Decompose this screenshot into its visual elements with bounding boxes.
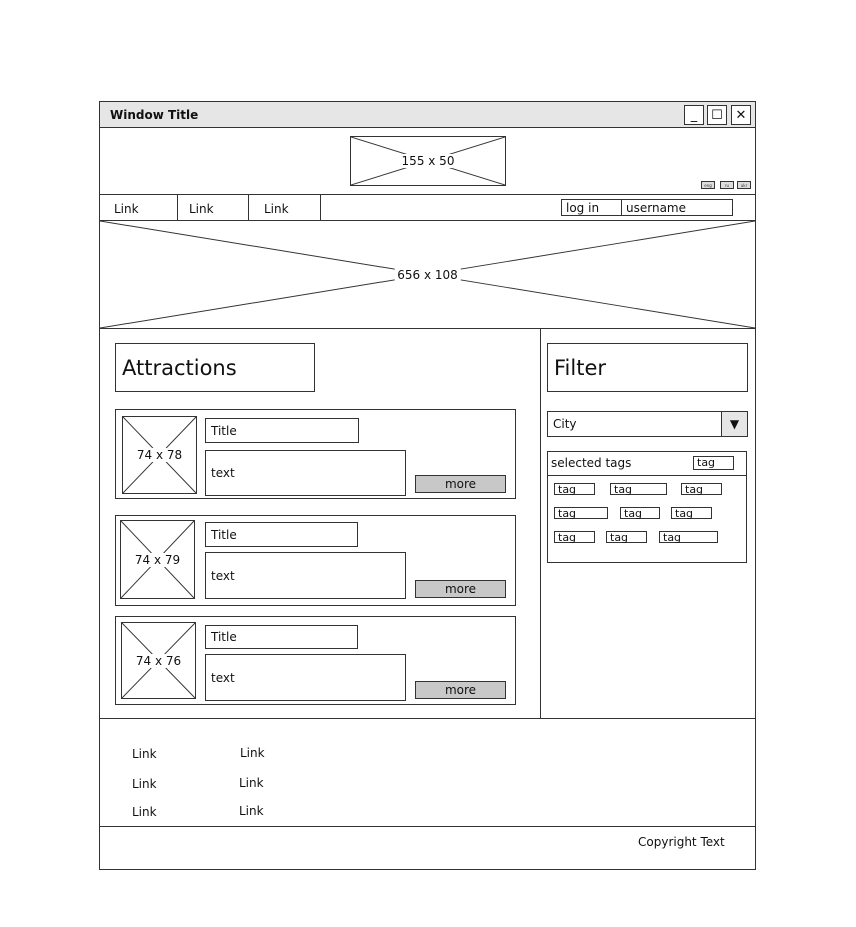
attraction-image-label: 74 x 76 xyxy=(132,653,185,668)
maximize-icon: ☐ xyxy=(711,107,723,123)
city-select[interactable]: City xyxy=(547,411,748,437)
tag-chip[interactable]: tag xyxy=(610,483,667,495)
copyright-text: Copyright Text xyxy=(638,835,725,849)
tags-panel-divider xyxy=(547,475,747,476)
attraction-title[interactable]: Title xyxy=(205,625,358,649)
more-button[interactable]: more xyxy=(415,580,506,598)
username-field[interactable]: username xyxy=(621,199,733,216)
city-select-value: City xyxy=(553,417,577,431)
footer-link[interactable]: Link xyxy=(240,746,265,760)
language-button-ru[interactable]: ru xyxy=(720,181,734,189)
maximize-button[interactable]: ☐ xyxy=(707,105,727,125)
footer-link[interactable]: Link xyxy=(132,747,157,761)
attraction-text: text xyxy=(205,450,406,496)
attraction-image: 74 x 79 xyxy=(120,520,195,599)
nav-link-3[interactable]: Link xyxy=(264,202,289,216)
tag-chip[interactable]: tag xyxy=(659,531,718,543)
close-button[interactable]: ✕ xyxy=(731,105,751,125)
logo-placeholder: 155 x 50 xyxy=(350,136,506,186)
footer-link[interactable]: Link xyxy=(132,805,157,819)
attraction-image-label: 74 x 79 xyxy=(131,552,184,567)
tag-chip[interactable]: tag xyxy=(554,507,608,519)
footer-top-border xyxy=(99,718,756,719)
attractions-heading: Attractions xyxy=(115,343,315,392)
tag-chip[interactable]: tag xyxy=(554,531,595,543)
tag-chip[interactable]: tag xyxy=(606,531,647,543)
logo-label: 155 x 50 xyxy=(398,154,458,168)
minimize-icon: _ xyxy=(690,107,698,123)
banner-placeholder: 656 x 108 xyxy=(99,220,756,329)
nav-link-2[interactable]: Link xyxy=(189,202,214,216)
attraction-image: 74 x 76 xyxy=(121,622,196,699)
attraction-text: text xyxy=(205,654,406,701)
footer-link[interactable]: Link xyxy=(239,776,264,790)
minimize-button[interactable]: _ xyxy=(684,105,704,125)
more-button[interactable]: more xyxy=(415,681,506,699)
filter-heading: Filter xyxy=(547,343,748,392)
selected-tag[interactable]: tag xyxy=(693,456,734,470)
sidebar-divider xyxy=(540,329,541,718)
tag-chip[interactable]: tag xyxy=(554,483,595,495)
nav-divider xyxy=(248,194,249,220)
tag-chip[interactable]: tag xyxy=(620,507,660,519)
attraction-title[interactable]: Title xyxy=(205,522,358,547)
attraction-image-label: 74 x 78 xyxy=(133,448,186,462)
tag-chip[interactable]: tag xyxy=(671,507,712,519)
nav-divider xyxy=(177,194,178,220)
chevron-down-icon[interactable]: ▼ xyxy=(721,411,748,437)
close-icon: ✕ xyxy=(735,107,747,123)
footer-link[interactable]: Link xyxy=(132,777,157,791)
banner-label: 656 x 108 xyxy=(394,267,461,282)
footer-link[interactable]: Link xyxy=(239,804,264,818)
copyright-top-border xyxy=(99,826,756,827)
nav-link-1[interactable]: Link xyxy=(114,202,139,216)
more-button[interactable]: more xyxy=(415,475,506,493)
attraction-title[interactable]: Title xyxy=(205,418,359,443)
nav-top-border xyxy=(99,194,756,195)
tag-chip[interactable]: tag xyxy=(681,483,722,495)
attraction-image: 74 x 78 xyxy=(122,416,197,494)
language-button-eng[interactable]: eng xyxy=(701,181,715,189)
nav-divider xyxy=(320,194,321,220)
selected-tags-label: selected tags xyxy=(551,456,632,470)
language-button-ukr[interactable]: ukr xyxy=(737,181,751,189)
window-title: Window Title xyxy=(110,108,199,122)
login-button[interactable]: log in xyxy=(561,199,622,216)
attraction-text: text xyxy=(205,552,406,599)
